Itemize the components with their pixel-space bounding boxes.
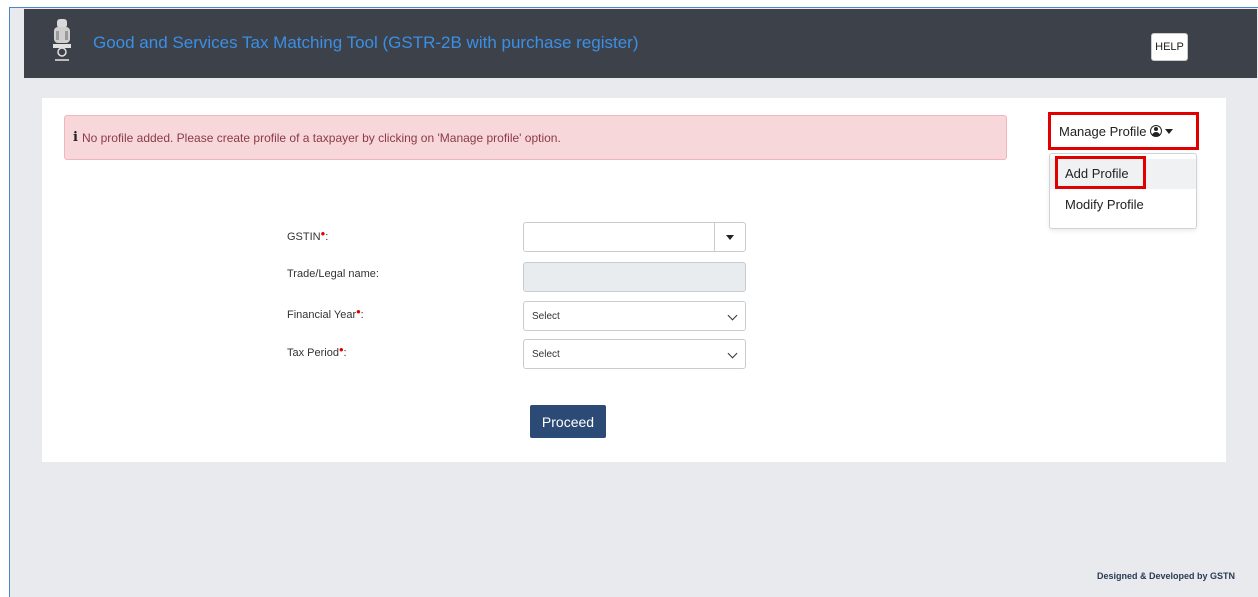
manage-profile-menu: Add Profile Modify Profile xyxy=(1049,153,1197,229)
required-marker: • xyxy=(356,304,361,319)
gstin-label: GSTIN•: xyxy=(287,226,329,243)
gstin-dropdown-toggle[interactable] xyxy=(714,223,745,251)
trade-name-label: Trade/Legal name: xyxy=(287,268,379,280)
tax-period-select[interactable]: Select xyxy=(523,339,746,369)
proceed-button[interactable]: Proceed xyxy=(530,405,606,438)
financial-year-select[interactable]: Select xyxy=(523,301,746,331)
no-profile-alert: i No profile added. Please create profil… xyxy=(64,115,1007,160)
required-marker: • xyxy=(320,226,326,241)
app-title: Good and Services Tax Matching Tool (GST… xyxy=(93,33,639,52)
modify-profile-menu-item[interactable]: Modify Profile xyxy=(1050,190,1196,220)
chevron-down-icon xyxy=(727,348,738,359)
header-bar: Good and Services Tax Matching Tool (GST… xyxy=(24,9,1257,78)
national-emblem-icon xyxy=(53,19,71,61)
caret-down-icon xyxy=(726,234,734,240)
chevron-down-icon xyxy=(727,310,738,321)
info-icon: i xyxy=(73,130,78,145)
caret-down-icon xyxy=(1165,128,1174,134)
main-card: i No profile added. Please create profil… xyxy=(42,98,1226,462)
alert-message: No profile added. Please create profile … xyxy=(81,130,561,145)
manage-profile-dropdown-button[interactable]: Manage Profile xyxy=(1048,112,1199,150)
add-profile-menu-item[interactable]: Add Profile xyxy=(1050,159,1196,189)
required-marker: • xyxy=(338,342,344,357)
footer-credit: Designed & Developed by GSTN xyxy=(1097,571,1236,581)
financial-year-selected: Select xyxy=(532,310,560,322)
tax-period-selected: Select xyxy=(532,348,560,360)
manage-profile-label: Manage Profile xyxy=(1059,123,1147,139)
financial-year-label: Financial Year•: xyxy=(287,304,364,321)
trade-name-field xyxy=(523,262,746,292)
help-button[interactable]: HELP xyxy=(1151,33,1188,61)
tax-period-label: Tax Period•: xyxy=(287,342,347,359)
user-circle-icon xyxy=(1150,125,1163,137)
gstin-combobox[interactable] xyxy=(523,222,746,252)
